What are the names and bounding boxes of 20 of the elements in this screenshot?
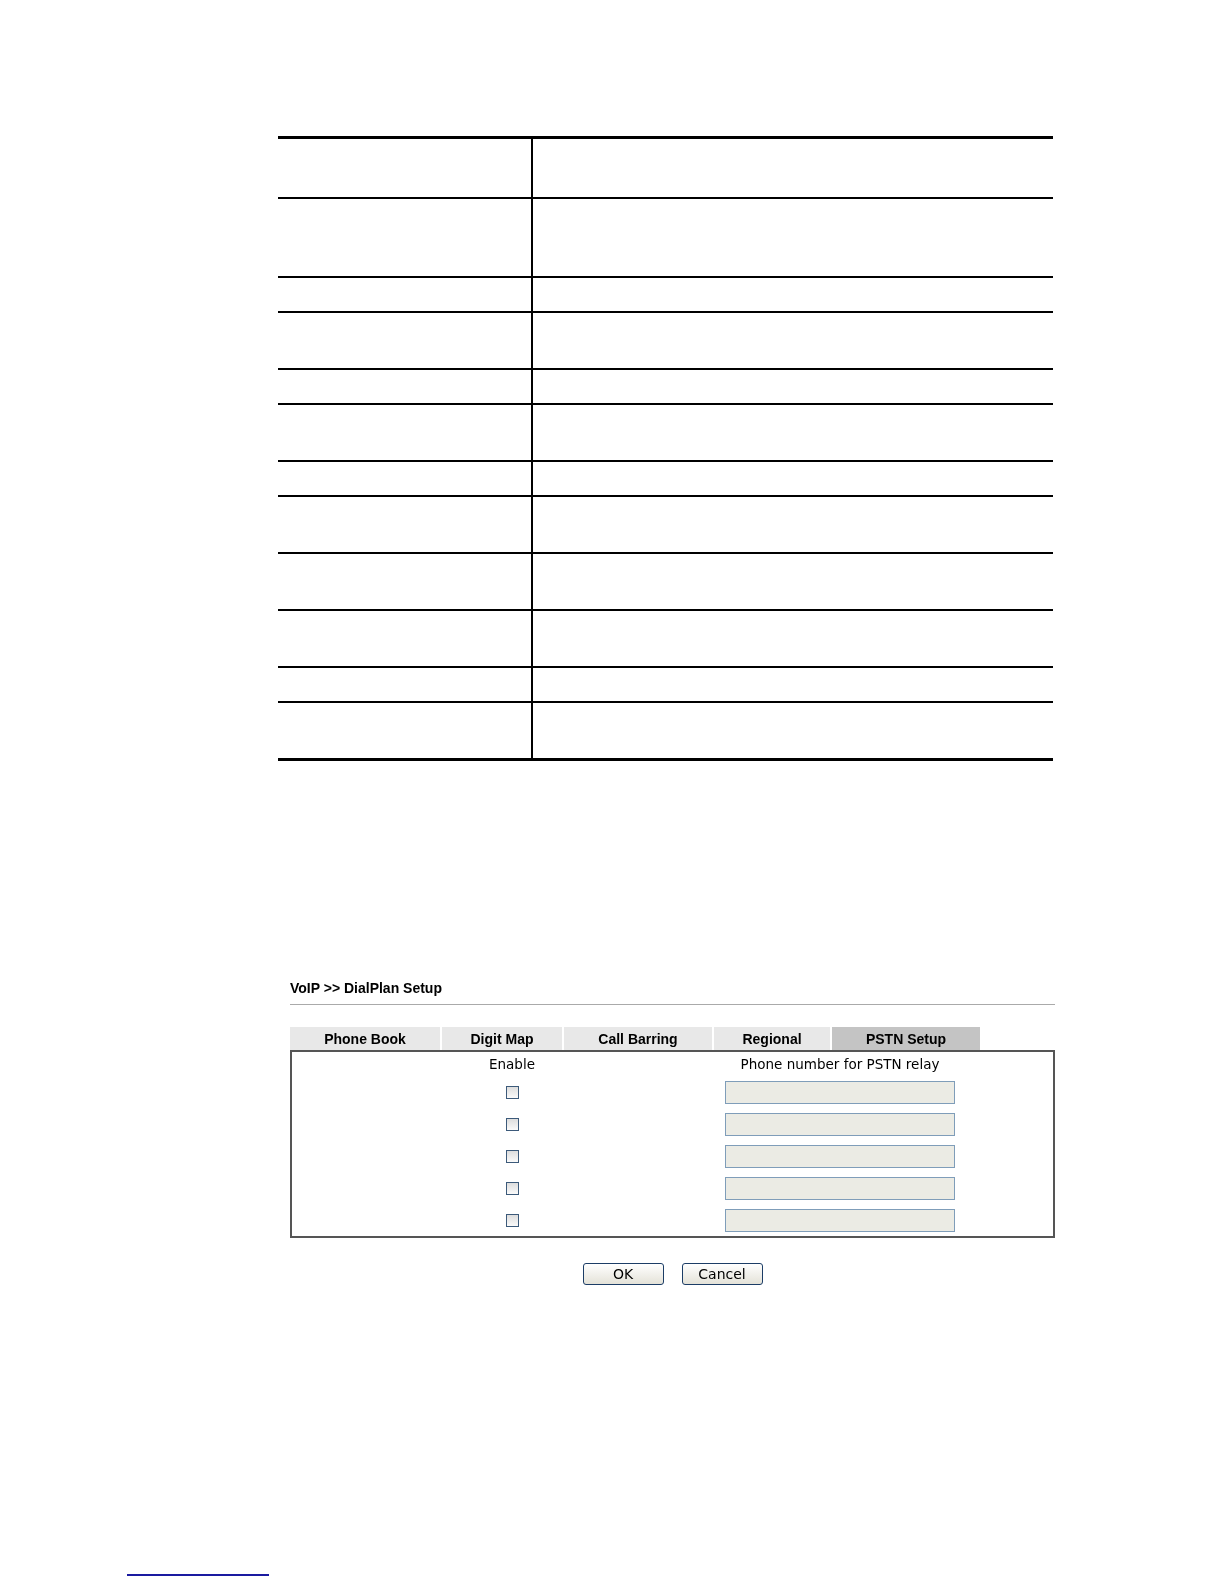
column-header: Enable — [489, 1056, 535, 1072]
checkbox[interactable] — [505, 1086, 519, 1099]
input-field[interactable] — [725, 1209, 955, 1232]
tab[interactable]: PSTN Setup — [832, 1027, 980, 1050]
tab[interactable]: Regional — [714, 1027, 830, 1050]
button[interactable]: Cancel — [681, 1263, 763, 1285]
tab[interactable]: Digit Map — [442, 1027, 562, 1050]
button[interactable]: OK — [582, 1263, 664, 1285]
page-title: VoIP >> DialPlan Setup — [290, 980, 443, 996]
input-field[interactable] — [725, 1177, 955, 1200]
checkbox[interactable] — [505, 1182, 519, 1195]
input-field[interactable] — [725, 1113, 955, 1136]
input-field[interactable] — [725, 1081, 955, 1104]
tab[interactable]: Call Barring — [564, 1027, 712, 1050]
input-field[interactable] — [725, 1145, 955, 1168]
checkbox[interactable] — [505, 1118, 519, 1131]
checkbox[interactable] — [505, 1214, 519, 1227]
column-header: Phone number for PSTN relay — [740, 1056, 940, 1072]
tab[interactable]: Phone Book — [290, 1027, 440, 1050]
checkbox[interactable] — [505, 1150, 519, 1163]
